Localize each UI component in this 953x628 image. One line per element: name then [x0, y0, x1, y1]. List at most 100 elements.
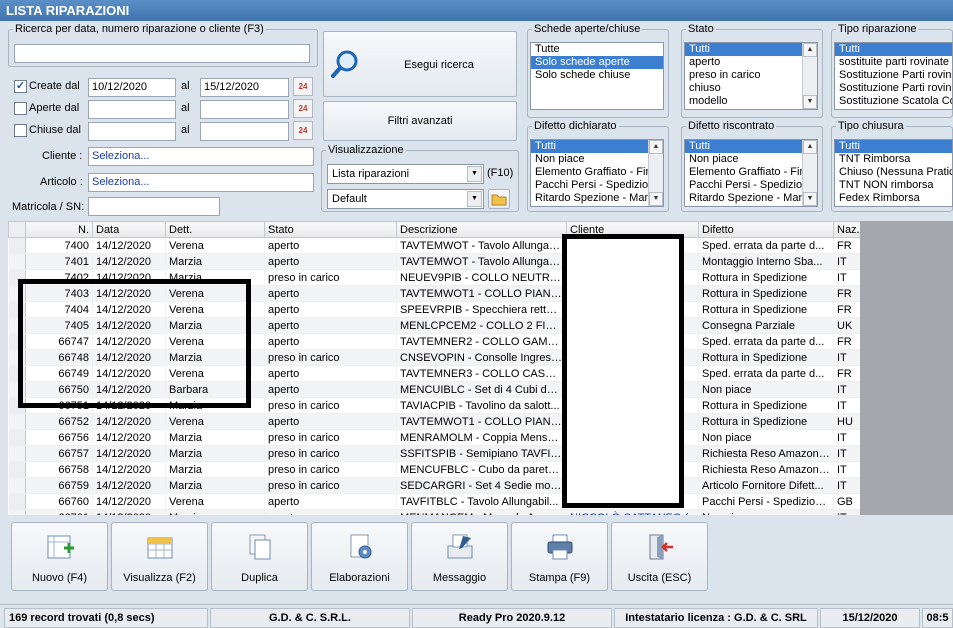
printer-button[interactable]: Stampa (F9) — [511, 522, 608, 591]
duplicate-button[interactable]: Duplica — [211, 522, 308, 591]
opened-from-input[interactable] — [88, 100, 176, 119]
closed-to-input[interactable] — [200, 122, 289, 141]
table-row[interactable]: 66752 14/12/2020 Verena aperto TAVTEMWOT1 - … — [8, 413, 860, 430]
scrollbar[interactable]: ▲ ▼ — [648, 140, 663, 206]
articolo-select[interactable]: Seleziona... — [88, 173, 314, 192]
list-item[interactable]: Non piace — [685, 153, 802, 166]
created-to-input[interactable]: 15/12/2020 — [200, 78, 289, 97]
cliente-select[interactable]: Seleziona... — [88, 147, 314, 166]
list-item[interactable]: TNT NON rimborsa — [835, 179, 952, 192]
row-indicator[interactable] — [8, 253, 26, 270]
table-row[interactable]: 66759 14/12/2020 Marzia preso in carico SEDC… — [8, 477, 860, 494]
matricola-input[interactable] — [88, 197, 220, 216]
list-item[interactable]: TNT Rimborsa — [835, 153, 952, 166]
row-indicator[interactable] — [8, 237, 26, 254]
scroll-up-icon[interactable]: ▲ — [803, 140, 817, 154]
search-button[interactable]: Esegui ricerca — [323, 31, 517, 97]
advanced-filters-button[interactable]: Filtri avanzati — [323, 101, 517, 141]
calendar-icon[interactable]: 24 — [293, 121, 313, 140]
list-item[interactable]: Pacchi Persi - Spedizion — [685, 179, 802, 192]
table-row[interactable]: 7400 14/12/2020 Verena aperto TAVTEMWOT - Ta… — [8, 237, 860, 254]
row-indicator[interactable] — [8, 509, 26, 515]
scrollbar[interactable]: ▲ ▼ — [802, 43, 817, 109]
list-item[interactable]: Tutte — [531, 43, 663, 56]
row-indicator[interactable] — [8, 493, 26, 510]
column-header[interactable]: Difetto — [698, 221, 834, 238]
new-record-button[interactable]: Nuovo (F4) — [11, 522, 108, 591]
row-indicator[interactable] — [8, 477, 26, 494]
column-header[interactable]: Dett. — [165, 221, 265, 238]
process-gear-button[interactable]: Elaborazioni — [311, 522, 408, 591]
list-item[interactable]: modello — [685, 95, 802, 108]
folder-button[interactable] — [488, 189, 510, 209]
view-table-button[interactable]: Visualizza (F2) — [111, 522, 208, 591]
list-item[interactable]: Solo schede chiuse — [531, 69, 663, 82]
list-item[interactable]: Solo schede aperte — [531, 56, 663, 69]
stato-listbox[interactable]: Tutti aperto preso in carico chiuso modello ▲… — [684, 42, 818, 110]
view-select[interactable]: Lista riparazioni ▼ — [327, 164, 484, 184]
table-row[interactable]: 66758 14/12/2020 Marzia preso in carico MENC… — [8, 461, 860, 478]
list-item[interactable]: Tutti — [685, 43, 802, 56]
column-header[interactable]: Stato — [264, 221, 397, 238]
table-row[interactable]: 66760 14/12/2020 Verena aperto TAVFITBLC - T… — [8, 493, 860, 510]
list-item[interactable]: Pacchi Persi - Spedizion — [531, 179, 648, 192]
table-row[interactable]: 66756 14/12/2020 Marzia preso in carico MENR… — [8, 429, 860, 446]
list-item[interactable]: sostituite parti rovinate — [835, 56, 952, 69]
list-item[interactable]: Ritardo Spezione - Manc — [531, 192, 648, 205]
exit-door-button[interactable]: Uscita (ESC) — [611, 522, 708, 591]
column-header[interactable]: Descrizione — [396, 221, 567, 238]
difetto-riscontrato-listbox[interactable]: Tutti Non piace Elemento Graffiato - Fin Pa… — [684, 139, 818, 207]
list-item[interactable]: Sostituzione Scatola Cor — [835, 95, 952, 108]
list-item[interactable]: Fedex Rimborsa — [835, 192, 952, 205]
scroll-up-icon[interactable]: ▲ — [649, 140, 663, 154]
created-checkbox[interactable]: ✓ — [14, 80, 27, 93]
column-header[interactable]: N. — [25, 221, 93, 238]
list-item[interactable]: Elemento Graffiato - Fin — [531, 166, 648, 179]
list-item[interactable]: Chiuso (Nessuna Pratica — [835, 166, 952, 179]
row-indicator[interactable] — [8, 445, 26, 462]
list-item[interactable]: Tutti — [835, 43, 952, 56]
tipo-riparazione-listbox[interactable]: Tutti sostituite parti rovinate Sostituzio… — [834, 42, 953, 110]
list-item[interactable]: Sostituzione Parti rovinate — [835, 82, 952, 95]
created-from-input[interactable]: 10/12/2020 — [88, 78, 176, 97]
table-row[interactable]: 7401 14/12/2020 Marzia aperto TAVTEMWOT - Ta… — [8, 253, 860, 270]
list-item[interactable]: Sostituzione Parti rovinate — [835, 69, 952, 82]
tipo-chiusura-listbox[interactable]: Tutti TNT Rimborsa Chiuso (Nessuna Pratica… — [834, 139, 953, 207]
scroll-up-icon[interactable]: ▲ — [803, 43, 817, 57]
table-row[interactable]: 66757 14/12/2020 Marzia preso in carico SSFI… — [8, 445, 860, 462]
list-item[interactable]: Tutti — [685, 140, 802, 153]
column-header[interactable]: Data — [92, 221, 166, 238]
row-indicator[interactable] — [8, 413, 26, 430]
list-item[interactable]: chiuso — [685, 82, 802, 95]
list-item[interactable]: Tutti — [531, 140, 648, 153]
calendar-icon[interactable]: 24 — [293, 77, 313, 96]
row-indicator[interactable] — [8, 429, 26, 446]
closed-checkbox[interactable] — [14, 124, 27, 137]
schede-listbox[interactable]: Tutte Solo schede aperte Solo schede chius… — [530, 42, 664, 110]
chevron-down-icon[interactable]: ▼ — [467, 166, 482, 182]
list-item[interactable]: Non piace — [531, 153, 648, 166]
scroll-down-icon[interactable]: ▼ — [803, 95, 817, 109]
list-item[interactable]: preso in carico — [685, 69, 802, 82]
list-item[interactable]: Tutti — [835, 140, 952, 153]
search-input[interactable] — [14, 44, 310, 63]
scroll-down-icon[interactable]: ▼ — [803, 192, 817, 206]
difetto-dichiarato-listbox[interactable]: Tutti Non piace Elemento Graffiato - Fin Pa… — [530, 139, 664, 207]
list-item[interactable]: Ritardo Spezione - Manc — [685, 192, 802, 205]
opened-checkbox[interactable] — [14, 102, 27, 115]
scroll-down-icon[interactable]: ▼ — [649, 192, 663, 206]
closed-from-input[interactable] — [88, 122, 176, 141]
row-indicator[interactable] — [8, 461, 26, 478]
message-button[interactable]: Messaggio — [411, 522, 508, 591]
list-item[interactable]: aperto — [685, 56, 802, 69]
calendar-icon[interactable]: 24 — [293, 99, 313, 118]
list-item[interactable]: Elemento Graffiato - Fin — [685, 166, 802, 179]
table-cell: preso in carico — [264, 269, 397, 286]
table-row[interactable]: 6676114/12/2020MarziaapertoMENMANCEM - M… — [8, 509, 860, 515]
layout-select[interactable]: Default ▼ — [327, 189, 484, 209]
opened-to-input[interactable] — [200, 100, 289, 119]
toolbar-button-label: Stampa (F9) — [528, 572, 591, 584]
column-header[interactable]: Naz. — [833, 221, 860, 238]
chevron-down-icon[interactable]: ▼ — [467, 191, 482, 207]
scrollbar[interactable]: ▲ ▼ — [802, 140, 817, 206]
